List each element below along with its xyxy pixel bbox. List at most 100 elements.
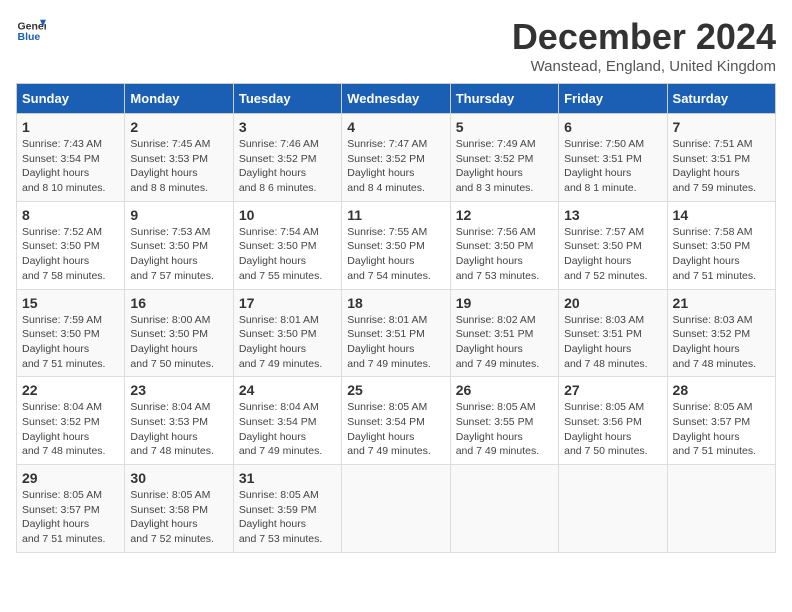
logo: General Blue [16, 16, 46, 46]
day-number: 22 [22, 382, 119, 398]
day-info: Sunrise: 8:05 AMSunset: 3:57 PMDaylight … [673, 401, 756, 457]
day-info: Sunrise: 8:03 AMSunset: 3:52 PMDaylight … [673, 314, 756, 370]
day-info: Sunrise: 8:04 AMSunset: 3:54 PMDaylight … [239, 401, 322, 457]
table-row: 5 Sunrise: 7:49 AMSunset: 3:52 PMDayligh… [450, 114, 558, 202]
calendar-week-row: 15 Sunrise: 7:59 AMSunset: 3:50 PMDaylig… [17, 289, 776, 377]
day-number: 6 [564, 119, 661, 135]
logo-icon: General Blue [16, 16, 46, 46]
table-row: 6 Sunrise: 7:50 AMSunset: 3:51 PMDayligh… [559, 114, 667, 202]
day-info: Sunrise: 8:01 AMSunset: 3:51 PMDaylight … [347, 314, 430, 370]
header-thursday: Thursday [450, 84, 558, 114]
table-row: 7 Sunrise: 7:51 AMSunset: 3:51 PMDayligh… [667, 114, 775, 202]
header-monday: Monday [125, 84, 233, 114]
day-number: 2 [130, 119, 227, 135]
table-row: 31 Sunrise: 8:05 AMSunset: 3:59 PMDaylig… [233, 465, 341, 553]
calendar-week-row: 1 Sunrise: 7:43 AMSunset: 3:54 PMDayligh… [17, 114, 776, 202]
day-info: Sunrise: 7:56 AMSunset: 3:50 PMDaylight … [456, 226, 539, 282]
table-row [450, 465, 558, 553]
day-info: Sunrise: 7:59 AMSunset: 3:50 PMDaylight … [22, 314, 105, 370]
day-number: 1 [22, 119, 119, 135]
svg-text:Blue: Blue [18, 31, 41, 43]
table-row: 21 Sunrise: 8:03 AMSunset: 3:52 PMDaylig… [667, 289, 775, 377]
header-sunday: Sunday [17, 84, 125, 114]
day-info: Sunrise: 8:04 AMSunset: 3:52 PMDaylight … [22, 401, 105, 457]
day-info: Sunrise: 7:52 AMSunset: 3:50 PMDaylight … [22, 226, 105, 282]
day-info: Sunrise: 8:05 AMSunset: 3:58 PMDaylight … [130, 489, 213, 545]
day-number: 24 [239, 382, 336, 398]
day-number: 25 [347, 382, 444, 398]
location: Wanstead, England, United Kingdom [512, 58, 776, 75]
table-row: 11 Sunrise: 7:55 AMSunset: 3:50 PMDaylig… [342, 201, 450, 289]
day-info: Sunrise: 7:53 AMSunset: 3:50 PMDaylight … [130, 226, 213, 282]
header-tuesday: Tuesday [233, 84, 341, 114]
table-row: 30 Sunrise: 8:05 AMSunset: 3:58 PMDaylig… [125, 465, 233, 553]
day-number: 9 [130, 207, 227, 223]
day-number: 10 [239, 207, 336, 223]
day-info: Sunrise: 7:49 AMSunset: 3:52 PMDaylight … [456, 138, 536, 194]
table-row: 15 Sunrise: 7:59 AMSunset: 3:50 PMDaylig… [17, 289, 125, 377]
table-row: 14 Sunrise: 7:58 AMSunset: 3:50 PMDaylig… [667, 201, 775, 289]
day-number: 23 [130, 382, 227, 398]
table-row: 1 Sunrise: 7:43 AMSunset: 3:54 PMDayligh… [17, 114, 125, 202]
calendar-table: Sunday Monday Tuesday Wednesday Thursday… [16, 83, 776, 553]
day-info: Sunrise: 7:43 AMSunset: 3:54 PMDaylight … [22, 138, 105, 194]
table-row: 27 Sunrise: 8:05 AMSunset: 3:56 PMDaylig… [559, 377, 667, 465]
table-row: 4 Sunrise: 7:47 AMSunset: 3:52 PMDayligh… [342, 114, 450, 202]
day-number: 17 [239, 295, 336, 311]
day-info: Sunrise: 8:05 AMSunset: 3:57 PMDaylight … [22, 489, 105, 545]
day-number: 30 [130, 470, 227, 486]
table-row [667, 465, 775, 553]
day-number: 18 [347, 295, 444, 311]
title-block: December 2024 Wanstead, England, United … [512, 16, 776, 75]
day-info: Sunrise: 8:00 AMSunset: 3:50 PMDaylight … [130, 314, 213, 370]
day-number: 29 [22, 470, 119, 486]
calendar-week-row: 8 Sunrise: 7:52 AMSunset: 3:50 PMDayligh… [17, 201, 776, 289]
day-number: 21 [673, 295, 770, 311]
day-info: Sunrise: 8:02 AMSunset: 3:51 PMDaylight … [456, 314, 539, 370]
month-title: December 2024 [512, 16, 776, 58]
day-number: 19 [456, 295, 553, 311]
table-row: 17 Sunrise: 8:01 AMSunset: 3:50 PMDaylig… [233, 289, 341, 377]
table-row: 12 Sunrise: 7:56 AMSunset: 3:50 PMDaylig… [450, 201, 558, 289]
table-row: 22 Sunrise: 8:04 AMSunset: 3:52 PMDaylig… [17, 377, 125, 465]
day-info: Sunrise: 8:05 AMSunset: 3:59 PMDaylight … [239, 489, 322, 545]
day-info: Sunrise: 8:05 AMSunset: 3:56 PMDaylight … [564, 401, 647, 457]
table-row [342, 465, 450, 553]
day-info: Sunrise: 8:05 AMSunset: 3:54 PMDaylight … [347, 401, 430, 457]
day-number: 15 [22, 295, 119, 311]
day-number: 20 [564, 295, 661, 311]
day-info: Sunrise: 8:03 AMSunset: 3:51 PMDaylight … [564, 314, 647, 370]
day-number: 11 [347, 207, 444, 223]
day-info: Sunrise: 7:57 AMSunset: 3:50 PMDaylight … [564, 226, 647, 282]
table-row: 13 Sunrise: 7:57 AMSunset: 3:50 PMDaylig… [559, 201, 667, 289]
table-row: 20 Sunrise: 8:03 AMSunset: 3:51 PMDaylig… [559, 289, 667, 377]
table-row: 3 Sunrise: 7:46 AMSunset: 3:52 PMDayligh… [233, 114, 341, 202]
header-saturday: Saturday [667, 84, 775, 114]
day-info: Sunrise: 8:04 AMSunset: 3:53 PMDaylight … [130, 401, 213, 457]
table-row: 8 Sunrise: 7:52 AMSunset: 3:50 PMDayligh… [17, 201, 125, 289]
day-number: 4 [347, 119, 444, 135]
table-row: 25 Sunrise: 8:05 AMSunset: 3:54 PMDaylig… [342, 377, 450, 465]
day-number: 8 [22, 207, 119, 223]
table-row: 16 Sunrise: 8:00 AMSunset: 3:50 PMDaylig… [125, 289, 233, 377]
day-number: 14 [673, 207, 770, 223]
header-wednesday: Wednesday [342, 84, 450, 114]
table-row: 26 Sunrise: 8:05 AMSunset: 3:55 PMDaylig… [450, 377, 558, 465]
day-info: Sunrise: 7:50 AMSunset: 3:51 PMDaylight … [564, 138, 644, 194]
page-header: General Blue December 2024 Wanstead, Eng… [16, 16, 776, 75]
table-row: 24 Sunrise: 8:04 AMSunset: 3:54 PMDaylig… [233, 377, 341, 465]
day-number: 16 [130, 295, 227, 311]
header-friday: Friday [559, 84, 667, 114]
day-number: 31 [239, 470, 336, 486]
day-number: 7 [673, 119, 770, 135]
table-row [559, 465, 667, 553]
day-info: Sunrise: 8:05 AMSunset: 3:55 PMDaylight … [456, 401, 539, 457]
day-number: 3 [239, 119, 336, 135]
day-number: 27 [564, 382, 661, 398]
day-number: 5 [456, 119, 553, 135]
day-info: Sunrise: 8:01 AMSunset: 3:50 PMDaylight … [239, 314, 322, 370]
day-info: Sunrise: 7:47 AMSunset: 3:52 PMDaylight … [347, 138, 427, 194]
day-info: Sunrise: 7:55 AMSunset: 3:50 PMDaylight … [347, 226, 430, 282]
calendar-week-row: 22 Sunrise: 8:04 AMSunset: 3:52 PMDaylig… [17, 377, 776, 465]
day-number: 13 [564, 207, 661, 223]
